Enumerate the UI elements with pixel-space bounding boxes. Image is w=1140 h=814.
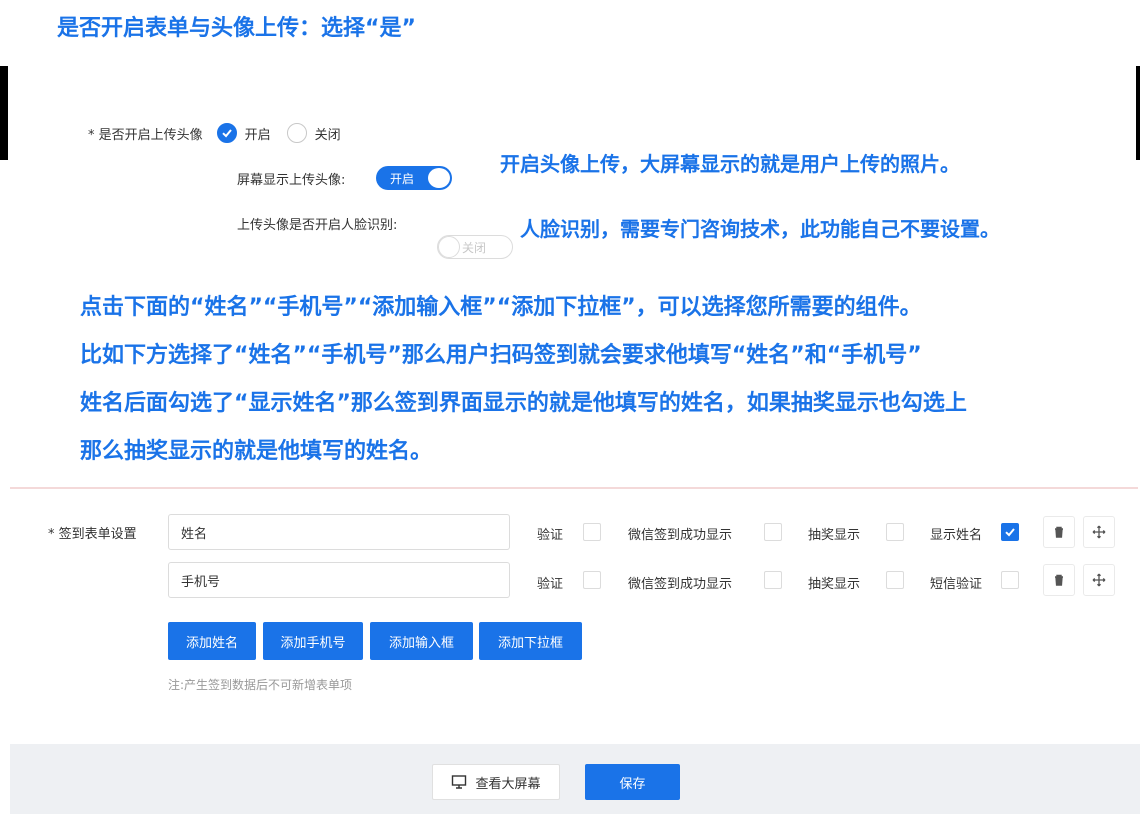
show-name-label: 显示姓名: [930, 528, 983, 543]
instruction-line-2: 比如下方选择了“姓名”“手机号”那么用户扫码签到就会要求他填写“姓名”和“手机号…: [80, 343, 922, 368]
move-icon: [1092, 573, 1106, 587]
wechat-label: 微信签到成功显示: [628, 528, 733, 543]
screen-display-switch[interactable]: 开启: [376, 166, 452, 190]
delete-row-button[interactable]: [1043, 564, 1075, 596]
verify-checkbox[interactable]: [583, 523, 601, 541]
show-name-checkbox[interactable]: [1001, 523, 1019, 541]
form-footnote: 注:产生签到数据后不可新增表单项: [168, 678, 353, 692]
add-select-button[interactable]: 添加下拉框: [479, 622, 582, 660]
form-settings-label: * 签到表单设置: [48, 527, 137, 542]
lottery-label: 抽奖显示: [808, 577, 861, 592]
lottery-checkbox[interactable]: [886, 571, 904, 589]
move-row-button[interactable]: [1083, 564, 1115, 596]
wechat-checkbox[interactable]: [764, 523, 782, 541]
footer-bar: [10, 744, 1140, 814]
sms-verify-label: 短信验证: [930, 577, 983, 592]
verify-checkbox[interactable]: [583, 571, 601, 589]
field-phone-value: 手机号: [181, 574, 221, 590]
add-input-button[interactable]: 添加输入框: [370, 622, 473, 660]
screen-display-switch-text: 开启: [390, 171, 415, 186]
view-screen-label: 查看大屏幕: [475, 776, 541, 792]
face-recognition-switch[interactable]: 关闭: [437, 235, 513, 259]
field-name-value: 姓名: [181, 526, 208, 542]
page-heading: 是否开启表单与头像上传：选择“是”: [57, 16, 416, 41]
delete-row-button[interactable]: [1043, 516, 1075, 548]
lottery-label: 抽奖显示: [808, 528, 861, 543]
sms-verify-checkbox[interactable]: [1001, 571, 1019, 589]
screen-edge-left: [0, 66, 8, 160]
section-divider: [10, 487, 1138, 489]
trash-icon: [1055, 574, 1063, 586]
check-icon: [1005, 528, 1015, 537]
avatar-upload-row: * 是否开启上传头像 开启 关闭: [88, 119, 341, 147]
field-phone-input[interactable]: 手机号: [168, 562, 510, 598]
screen-edge-right: [1136, 66, 1140, 160]
verify-label: 验证: [537, 528, 564, 543]
instruction-line-4: 那么抽奖显示的就是他填写的姓名。: [80, 439, 433, 464]
move-row-button[interactable]: [1083, 516, 1115, 548]
radio-disable-label: 关闭: [314, 127, 341, 143]
trash-icon: [1055, 526, 1063, 538]
wechat-label: 微信签到成功显示: [628, 577, 733, 592]
face-recognition-label: 上传头像是否开启人脸识别:: [237, 218, 398, 233]
face-recognition-switch-text: 关闭: [462, 240, 487, 255]
wechat-checkbox[interactable]: [764, 571, 782, 589]
instruction-line-1: 点击下面的“姓名”“手机号”“添加输入框”“添加下拉框”，可以选择您所需要的组件…: [80, 295, 922, 320]
add-phone-button[interactable]: 添加手机号: [263, 622, 363, 660]
switch-knob: [428, 168, 450, 188]
field-name-input[interactable]: 姓名: [168, 514, 510, 550]
move-icon: [1092, 525, 1106, 539]
verify-label: 验证: [537, 577, 564, 592]
screen-display-label: 屏幕显示上传头像:: [237, 173, 346, 188]
radio-disable[interactable]: [286, 123, 307, 143]
face-note: 人脸识别，需要专门咨询技术，此功能自己不要设置。: [520, 217, 1000, 241]
radio-enable[interactable]: [216, 123, 237, 143]
radio-enable-label: 开启: [244, 127, 271, 143]
check-icon: [221, 129, 232, 138]
switch-knob: [438, 236, 460, 258]
save-button[interactable]: 保存: [585, 764, 680, 800]
lottery-checkbox[interactable]: [886, 523, 904, 541]
instruction-line-3: 姓名后面勾选了“显示姓名”那么签到界面显示的就是他填写的姓名，如果抽奖显示也勾选…: [80, 391, 967, 416]
monitor-icon: [452, 775, 467, 789]
avatar-note: 开启头像上传，大屏幕显示的就是用户上传的照片。: [500, 152, 960, 176]
view-screen-button[interactable]: 查看大屏幕: [432, 764, 560, 800]
add-name-button[interactable]: 添加姓名: [168, 622, 256, 660]
avatar-upload-label: * 是否开启上传头像: [88, 127, 203, 143]
